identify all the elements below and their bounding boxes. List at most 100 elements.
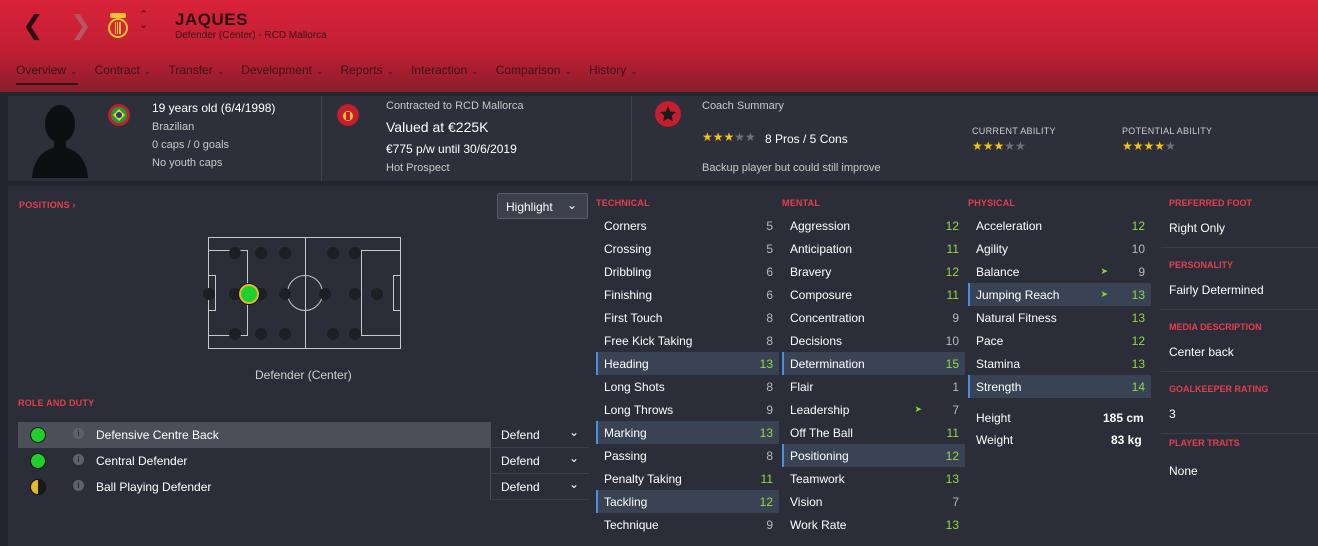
role-row[interactable]: i Defensive Centre Back Defend ⌄ — [18, 422, 589, 448]
attribute-name: Crossing — [604, 242, 652, 256]
attribute-row[interactable]: Flair 1 — [782, 375, 965, 398]
info-icon[interactable]: i — [73, 480, 84, 491]
chevron-down-icon: ⌄ — [386, 66, 395, 76]
attribute-row[interactable]: Balance ➤ 9 — [968, 260, 1151, 283]
chevron-down-icon: ⌄ — [568, 451, 579, 465]
attribute-row[interactable]: Free Kick Taking 8 — [596, 329, 779, 352]
attribute-row[interactable]: Tackling 12 — [596, 490, 779, 513]
attribute-row[interactable]: Long Shots 8 — [596, 375, 779, 398]
highlight-dropdown[interactable]: Highlight ⌄ — [497, 193, 588, 219]
attribute-row[interactable]: Anticipation 11 — [782, 237, 965, 260]
player-caps: 0 caps / 0 goals — [152, 139, 230, 151]
attribute-row[interactable]: Determination 15 — [782, 352, 965, 375]
attribute-name: First Touch — [604, 311, 663, 325]
attribute-name: Corners — [604, 219, 647, 233]
attribute-name: Free Kick Taking — [604, 334, 693, 348]
forward-icon[interactable]: ❯ — [70, 12, 92, 38]
attribute-row[interactable]: Natural Fitness 13 — [968, 306, 1151, 329]
tab-transfer[interactable]: Transfer ⌄ — [168, 63, 224, 85]
back-icon[interactable]: ❮ — [22, 12, 44, 38]
attribute-row[interactable]: Jumping Reach ➤ 13 — [968, 283, 1151, 306]
duty-dropdown[interactable]: Defend ⌄ — [490, 474, 589, 500]
attribute-row[interactable]: Penalty Taking 11 — [596, 467, 779, 490]
attribute-name: Marking — [604, 426, 647, 440]
attribute-row[interactable]: Finishing 6 — [596, 283, 779, 306]
duty-dropdown[interactable]: Defend ⌄ — [490, 448, 589, 474]
attribute-row[interactable]: Technique 9 — [596, 513, 779, 536]
attribute-name: Positioning — [790, 449, 849, 463]
attribute-row[interactable]: Aggression 12 — [782, 214, 965, 237]
attribute-name: Concentration — [790, 311, 865, 325]
media-description-value: Center back — [1169, 345, 1234, 359]
attribute-value: 12 — [945, 265, 959, 279]
attribute-row[interactable]: Stamina 13 — [968, 352, 1151, 375]
attribute-name: Technique — [604, 518, 659, 532]
position-label: Defender (Center) — [255, 368, 352, 382]
weight-value: 83 kg — [1111, 433, 1142, 447]
tab-reports[interactable]: Reports ⌄ — [341, 63, 395, 85]
tab-overview[interactable]: Overview ⌄ — [16, 63, 78, 85]
coach-summary-text: Backup player but could still improve — [702, 162, 881, 174]
tab-interaction[interactable]: Interaction ⌄ — [411, 63, 479, 85]
position-dot — [349, 247, 361, 259]
attribute-row[interactable]: Passing 8 — [596, 444, 779, 467]
attribute-name: Finishing — [604, 288, 653, 302]
attribute-row[interactable]: Long Throws 9 — [596, 398, 779, 421]
attribute-row[interactable]: Work Rate 13 — [782, 513, 965, 536]
technical-attributes: Corners 5 Crossing 5 Dribbling 6 Finishing 6 Fir… — [596, 214, 779, 536]
chevron-down-icon: ⌄ — [216, 66, 225, 76]
attribute-row[interactable]: Composure 11 — [782, 283, 965, 306]
attribute-row[interactable]: Decisions 10 — [782, 329, 965, 352]
attribute-row[interactable]: Strength 14 — [968, 375, 1151, 398]
tab-contract[interactable]: Contract ⌄ — [95, 63, 152, 85]
attribute-value: 13 — [945, 472, 959, 486]
attribute-value: 6 — [766, 288, 773, 302]
attribute-value: 10 — [945, 334, 959, 348]
duty-dropdown[interactable]: Defend ⌄ — [490, 422, 589, 448]
info-icon[interactable]: i — [73, 428, 84, 439]
player-traits-value: None — [1169, 464, 1198, 478]
attribute-row[interactable]: Positioning 12 — [782, 444, 965, 467]
tab-label: Comparison — [495, 63, 561, 77]
tab-comparison[interactable]: Comparison ⌄ — [496, 63, 572, 85]
height-value: 185 cm — [1103, 411, 1144, 425]
attribute-row[interactable]: Heading 13 — [596, 352, 779, 375]
attribute-row[interactable]: Crossing 5 — [596, 237, 779, 260]
attribute-row[interactable]: Corners 5 — [596, 214, 779, 237]
duty-label: Defend — [501, 454, 540, 468]
duty-label: Defend — [501, 428, 540, 442]
positions-title[interactable]: POSITIONS › — [19, 200, 76, 210]
attribute-value: 12 — [1131, 219, 1145, 233]
info-icon[interactable]: i — [73, 454, 84, 465]
improving-arrow-icon: ➤ — [914, 404, 922, 414]
attribute-row[interactable]: Teamwork 13 — [782, 467, 965, 490]
attribute-value: 7 — [952, 403, 959, 417]
position-dot — [327, 247, 339, 259]
attribute-row[interactable]: First Touch 8 — [596, 306, 779, 329]
role-row[interactable]: i Ball Playing Defender Defend ⌄ — [18, 474, 589, 500]
attribute-row[interactable]: Vision 7 — [782, 490, 965, 513]
attribute-row[interactable]: Acceleration 12 — [968, 214, 1151, 237]
attribute-value: 9 — [766, 403, 773, 417]
player-subtitle: Defender (Center) - RCD Mallorca — [175, 30, 327, 41]
role-row[interactable]: i Central Defender Defend ⌄ — [18, 448, 589, 474]
attribute-row[interactable]: Off The Ball 11 — [782, 421, 965, 444]
coach-summary-label: Coach Summary — [702, 100, 784, 112]
personality-label: PERSONALITY — [1169, 260, 1234, 270]
attribute-row[interactable]: Concentration 9 — [782, 306, 965, 329]
club-crest-icon[interactable] — [106, 13, 130, 39]
tab-development[interactable]: Development ⌄ — [241, 63, 323, 85]
duty-label: Defend — [501, 480, 540, 494]
tab-label: Overview — [16, 63, 67, 77]
attribute-row[interactable]: Agility 10 — [968, 237, 1151, 260]
attribute-name: Vision — [790, 495, 823, 509]
tab-history[interactable]: History ⌄ — [589, 63, 638, 85]
attribute-row[interactable]: Pace 12 — [968, 329, 1151, 352]
attribute-row[interactable]: Bravery 12 — [782, 260, 965, 283]
attribute-row[interactable]: Marking 13 — [596, 421, 779, 444]
attribute-row[interactable]: Leadership ➤ 7 — [782, 398, 965, 421]
attribute-row[interactable]: Dribbling 6 — [596, 260, 779, 283]
attribute-value: 7 — [952, 495, 959, 509]
attribute-value: 10 — [1131, 242, 1145, 256]
player-scroll-icon[interactable]: ⌃ ⌄ — [139, 10, 148, 31]
